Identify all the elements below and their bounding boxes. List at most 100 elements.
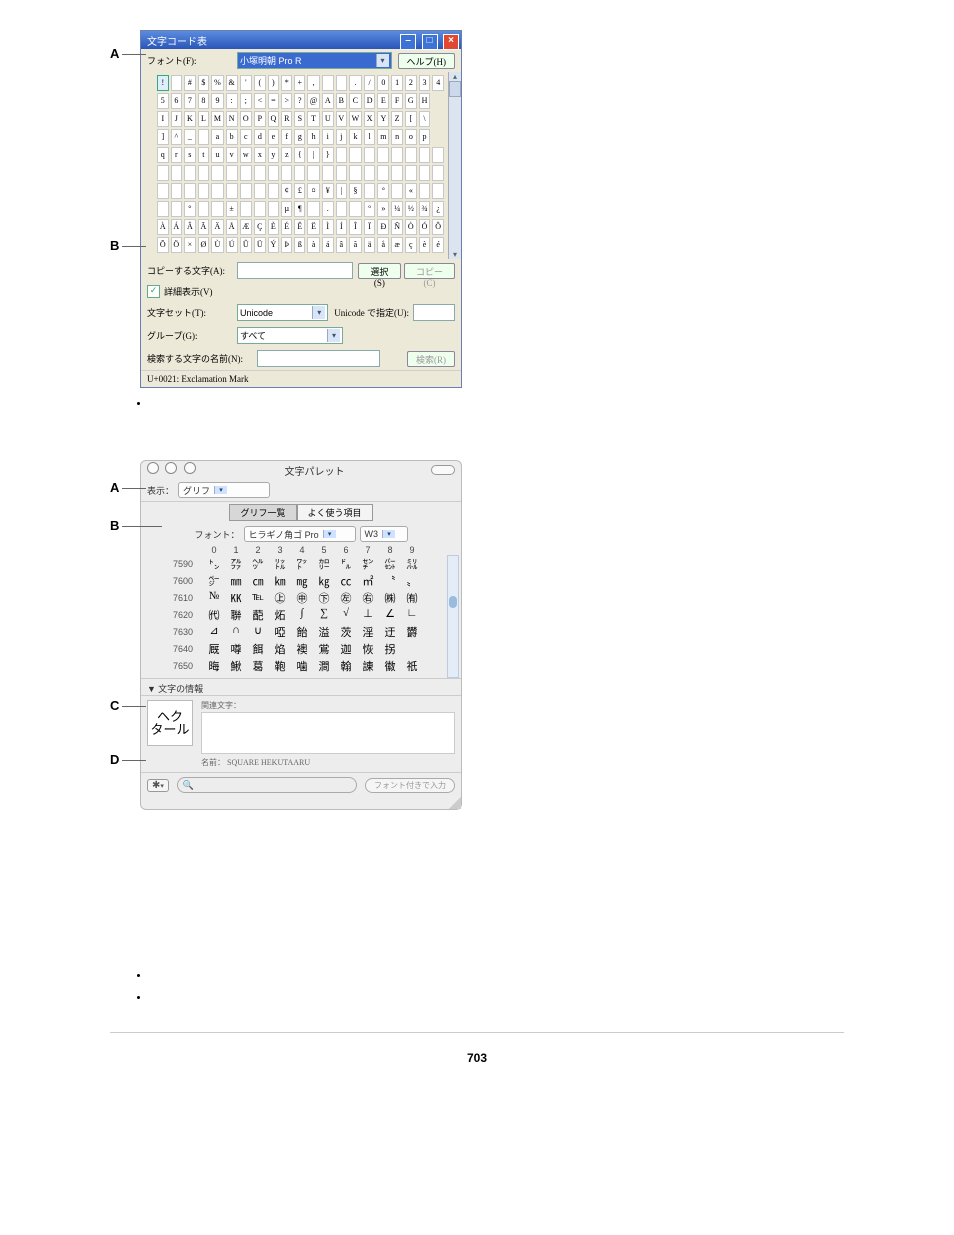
glyph-cell[interactable]: Æ	[240, 219, 253, 235]
glyph-cell[interactable]: 淫	[357, 624, 379, 640]
glyph-cell[interactable]: |	[336, 183, 348, 199]
glyph-cell[interactable]: ?	[294, 93, 305, 109]
close-button[interactable]	[147, 462, 159, 474]
glyph-cell[interactable]: ±	[226, 201, 238, 217]
glyph-cell[interactable]: æ	[391, 237, 403, 253]
glyph-cell[interactable]	[268, 201, 280, 217]
glyph-cell[interactable]: ¶	[294, 201, 305, 217]
glyph-cell[interactable]	[419, 165, 431, 181]
glyph-cell[interactable]: }	[322, 147, 334, 163]
glyph-cell[interactable]: 焰	[269, 641, 291, 657]
glyph-cell[interactable]	[432, 147, 444, 163]
glyph-cell[interactable]	[336, 147, 348, 163]
resize-handle[interactable]	[449, 797, 461, 809]
glyph-cell[interactable]: Ó	[419, 219, 431, 235]
glyph-cell[interactable]: Ù	[211, 237, 224, 253]
scroll-down-icon[interactable]: ▾	[453, 250, 457, 259]
glyph-cell[interactable]: Þ	[281, 237, 292, 253]
glyph-cell[interactable]: #	[184, 75, 196, 91]
glyph-cell[interactable]: Ñ	[391, 219, 403, 235]
glyph-cell[interactable]: ㌹	[247, 556, 269, 572]
glyph-cell[interactable]	[405, 165, 417, 181]
glyph-cell[interactable]: 飴	[291, 624, 313, 640]
glyph-cell[interactable]: ㌢	[357, 556, 379, 572]
glyph-cell[interactable]: à	[307, 237, 320, 253]
glyph-cell[interactable]	[364, 183, 376, 199]
glyph-cell[interactable]: ㌫	[379, 556, 401, 572]
glyph-cell[interactable]	[405, 147, 417, 163]
glyph-cell[interactable]: 9	[211, 93, 224, 109]
glyph-cell[interactable]: »	[377, 201, 389, 217]
glyph-cell[interactable]: g	[294, 129, 305, 145]
charset-combo[interactable]: Unicode▾	[237, 304, 328, 321]
glyph-cell[interactable]: 4	[432, 75, 444, 91]
glyph-cell[interactable]: ㍊	[401, 556, 423, 572]
glyph-cell[interactable]: ¤	[307, 183, 320, 199]
glyph-cell[interactable]	[349, 165, 362, 181]
glyph-cell[interactable]: o	[405, 129, 417, 145]
glyph-cell[interactable]	[211, 201, 224, 217]
glyph-cell[interactable]: 2	[405, 75, 417, 91]
glyph-cell[interactable]: z	[281, 147, 292, 163]
glyph-table[interactable]: 7590㌧㌁㌹㍑㍗㌍㌦㌢㌫㍊7600㌻㎜㎝㎞㎎㎏㏄㎡〝〟7610№㏍℡㊤㊥㊦㊧㊨…	[141, 555, 461, 678]
glyph-cell[interactable]: Ä	[211, 219, 224, 235]
glyph-cell[interactable]: ㎡	[357, 573, 379, 589]
glyph-cell[interactable]: √	[335, 607, 357, 623]
glyph-cell[interactable]: 啞	[269, 624, 291, 640]
glyph-cell[interactable]: °	[184, 201, 196, 217]
glyph-cell[interactable]: ㏄	[335, 573, 357, 589]
glyph-cell[interactable]: ㎜	[225, 573, 247, 589]
glyph-cell[interactable]: S	[294, 111, 305, 127]
glyph-cell[interactable]: s	[184, 147, 196, 163]
glyph-cell[interactable]: µ	[281, 201, 292, 217]
glyph-cell[interactable]	[294, 165, 305, 181]
search-input[interactable]	[257, 350, 380, 367]
glyph-cell[interactable]: 葛	[247, 658, 269, 674]
glyph-cell[interactable]: =	[268, 93, 280, 109]
copy-button[interactable]: コピー(C)	[404, 263, 455, 279]
glyph-cell[interactable]: 聨	[225, 607, 247, 623]
glyph-cell[interactable]: 噂	[225, 641, 247, 657]
glyph-cell[interactable]: >	[281, 93, 292, 109]
glyph-cell[interactable]: Â	[184, 219, 196, 235]
glyph-cell[interactable]: l	[364, 129, 376, 145]
glyph-cell[interactable]: 噛	[291, 658, 313, 674]
glyph-cell[interactable]: ㈲	[401, 590, 423, 606]
glyph-cell[interactable]: )	[268, 75, 280, 91]
glyph-cell[interactable]: P	[254, 111, 266, 127]
glyph-cell[interactable]: p	[419, 129, 431, 145]
glyph-cell[interactable]: ㏍	[225, 590, 247, 606]
glyph-cell[interactable]: 茨	[335, 624, 357, 640]
glyph-cell[interactable]: @	[307, 93, 320, 109]
tab-favorites[interactable]: よく使う項目	[297, 504, 373, 521]
glyph-cell[interactable]: R	[281, 111, 292, 127]
glyph-cell[interactable]	[184, 165, 196, 181]
glyph-cell[interactable]: J	[171, 111, 183, 127]
glyph-cell[interactable]	[240, 165, 253, 181]
glyph-cell[interactable]	[268, 165, 280, 181]
glyph-cell[interactable]: 8	[198, 93, 210, 109]
glyph-cell[interactable]: 1	[391, 75, 403, 91]
glyph-cell[interactable]	[254, 183, 266, 199]
glyph-cell[interactable]: ㊧	[335, 590, 357, 606]
glyph-cell[interactable]: Z	[391, 111, 403, 127]
glyph-cell[interactable]	[419, 183, 431, 199]
glyph-cell[interactable]	[322, 165, 334, 181]
zoom-button[interactable]	[184, 462, 196, 474]
glyph-cell[interactable]: i	[322, 129, 334, 145]
glyph-cell[interactable]: °	[377, 183, 389, 199]
glyph-cell[interactable]	[349, 201, 362, 217]
glyph-cell[interactable]: r	[171, 147, 183, 163]
glyph-cell[interactable]: K	[184, 111, 196, 127]
glyph-cell[interactable]	[198, 201, 210, 217]
scrollbar[interactable]: ▴ ▾	[448, 72, 461, 259]
glyph-cell[interactable]: Õ	[157, 237, 169, 253]
glyph-cell[interactable]	[157, 201, 169, 217]
glyph-cell[interactable]	[226, 165, 238, 181]
glyph-cell[interactable]: M	[211, 111, 224, 127]
glyph-cell[interactable]: Ç	[254, 219, 266, 235]
glyph-cell[interactable]: {	[294, 147, 305, 163]
glyph-cell[interactable]: Î	[349, 219, 362, 235]
scroll-up-icon[interactable]: ▴	[453, 72, 457, 81]
glyph-cell[interactable]: \	[419, 111, 431, 127]
